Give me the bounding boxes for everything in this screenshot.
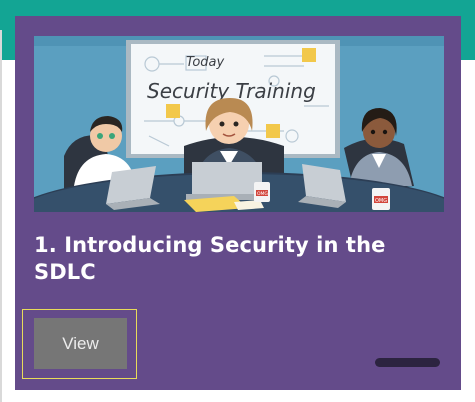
view-button[interactable]: View [34,318,127,369]
mug-label: OMG [257,191,268,197]
sticky-note [302,48,316,62]
module-title: 1. Introducing Security in the SDLC [34,233,386,284]
hero-illustration: Today Security Training OMG OMG [34,36,444,212]
laptop-right [298,164,346,208]
mug-label: OMG [375,198,387,204]
sticky-note [266,124,280,138]
page-edge [0,30,2,402]
mug-right: OMG [372,188,390,210]
whiteboard-today-text: Today [186,55,225,70]
progress-indicator [375,358,440,367]
sticky-note [166,104,180,118]
mug-center: OMG [254,182,270,202]
